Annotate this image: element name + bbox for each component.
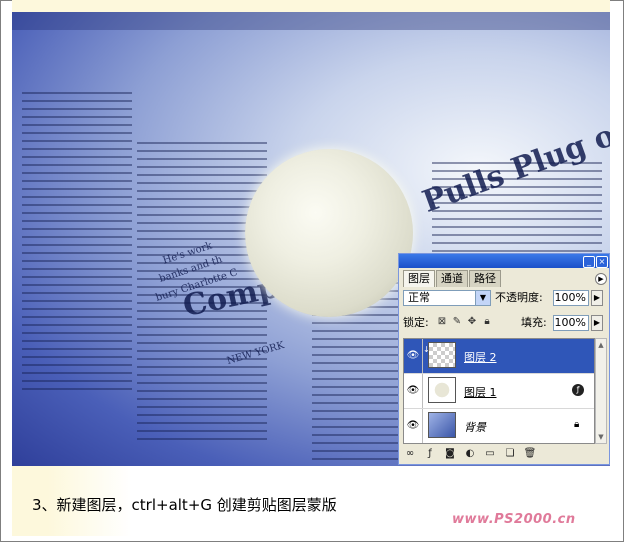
layer-row[interactable]: 👁︎ ↓ 图层 2 (404, 339, 594, 374)
eye-icon[interactable]: 👁︎ (404, 374, 423, 408)
eye-icon[interactable]: 👁︎ (404, 409, 423, 443)
effects-icon[interactable]: ƒ (572, 384, 584, 396)
opacity-label: 不透明度: (495, 291, 543, 304)
watermark-text: www.PS2000.cn (452, 512, 576, 527)
layers-panel: _ × 图层 通道 路径 ▶ 正常 ▼ 不透明度: 100% ▶ 锁定: ⊠ ✎… (398, 253, 610, 465)
blend-mode-select[interactable]: 正常 ▼ (403, 290, 491, 306)
layer-name[interactable]: 图层 2 (464, 349, 497, 365)
fx-icon[interactable]: ƒ (423, 448, 437, 460)
lock-icon: 🔒︎ (574, 419, 580, 430)
blend-mode-value: 正常 (408, 291, 430, 304)
lock-pixels-icon[interactable]: ✎ (452, 317, 462, 327)
new-layer-icon[interactable]: ❏ (503, 448, 517, 460)
layer-thumbnail (428, 412, 456, 438)
opacity-slider-button[interactable]: ▶ (591, 290, 603, 306)
lock-all-icon[interactable]: 🔒︎ (482, 317, 492, 327)
chevron-down-icon[interactable]: ▼ (475, 291, 490, 305)
text-column (22, 92, 132, 392)
panel-menu-icon[interactable]: ▶ (595, 273, 607, 285)
tab-channels[interactable]: 通道 (436, 270, 468, 287)
tab-layers[interactable]: 图层 (403, 270, 435, 287)
layer-row[interactable]: 👁︎ 背景 🔒︎ (404, 409, 594, 444)
layers-list: 👁︎ ↓ 图层 2 👁︎ 图层 1 ƒ 👁︎ 背景 🔒︎ (403, 338, 595, 444)
layer-row[interactable]: 👁︎ 图层 1 ƒ (404, 374, 594, 409)
folder-icon[interactable]: ▭ (483, 448, 497, 460)
minimize-icon[interactable]: _ (583, 256, 595, 268)
close-icon[interactable]: × (596, 256, 608, 268)
fill-input[interactable]: 100% (553, 315, 589, 331)
lock-transparency-icon[interactable]: ⊠ (437, 317, 447, 327)
panel-bottom-bar: ∞ ƒ ◙ ◐ ▭ ❏ 🗑︎ (403, 447, 605, 461)
panel-titlebar[interactable]: _ × (399, 254, 609, 268)
caption-text: 3、新建图层，ctrl+alt+G 创建剪贴图层蒙版 (32, 496, 337, 514)
masthead-band (12, 12, 610, 30)
scroll-down-icon[interactable]: ▼ (596, 431, 606, 443)
eye-icon[interactable]: 👁︎ (404, 339, 423, 373)
layer-name[interactable]: 图层 1 (464, 384, 497, 400)
link-icon[interactable]: ∞ (403, 448, 417, 460)
mask-icon[interactable]: ◙ (443, 448, 457, 460)
layer-thumbnail (428, 342, 456, 368)
panel-tabs: 图层 通道 路径 (403, 270, 502, 288)
fill-label: 填充: (521, 316, 547, 329)
adjustment-icon[interactable]: ◐ (463, 448, 477, 460)
layers-scrollbar[interactable]: ▲ ▼ (595, 338, 607, 444)
sphere-shape (245, 149, 413, 317)
scroll-up-icon[interactable]: ▲ (596, 339, 606, 351)
top-strip (12, 0, 610, 12)
opacity-input[interactable]: 100% (553, 290, 589, 306)
trash-icon[interactable]: 🗑︎ (523, 448, 537, 460)
layer-thumbnail (428, 377, 456, 403)
lock-options: ⊠ ✎ ✥ 🔒︎ (437, 317, 492, 327)
tab-paths[interactable]: 路径 (469, 270, 501, 287)
lock-label: 锁定: (403, 316, 429, 329)
fill-slider-button[interactable]: ▶ (591, 315, 603, 331)
layer-name[interactable]: 背景 (464, 419, 486, 435)
lock-position-icon[interactable]: ✥ (467, 317, 477, 327)
